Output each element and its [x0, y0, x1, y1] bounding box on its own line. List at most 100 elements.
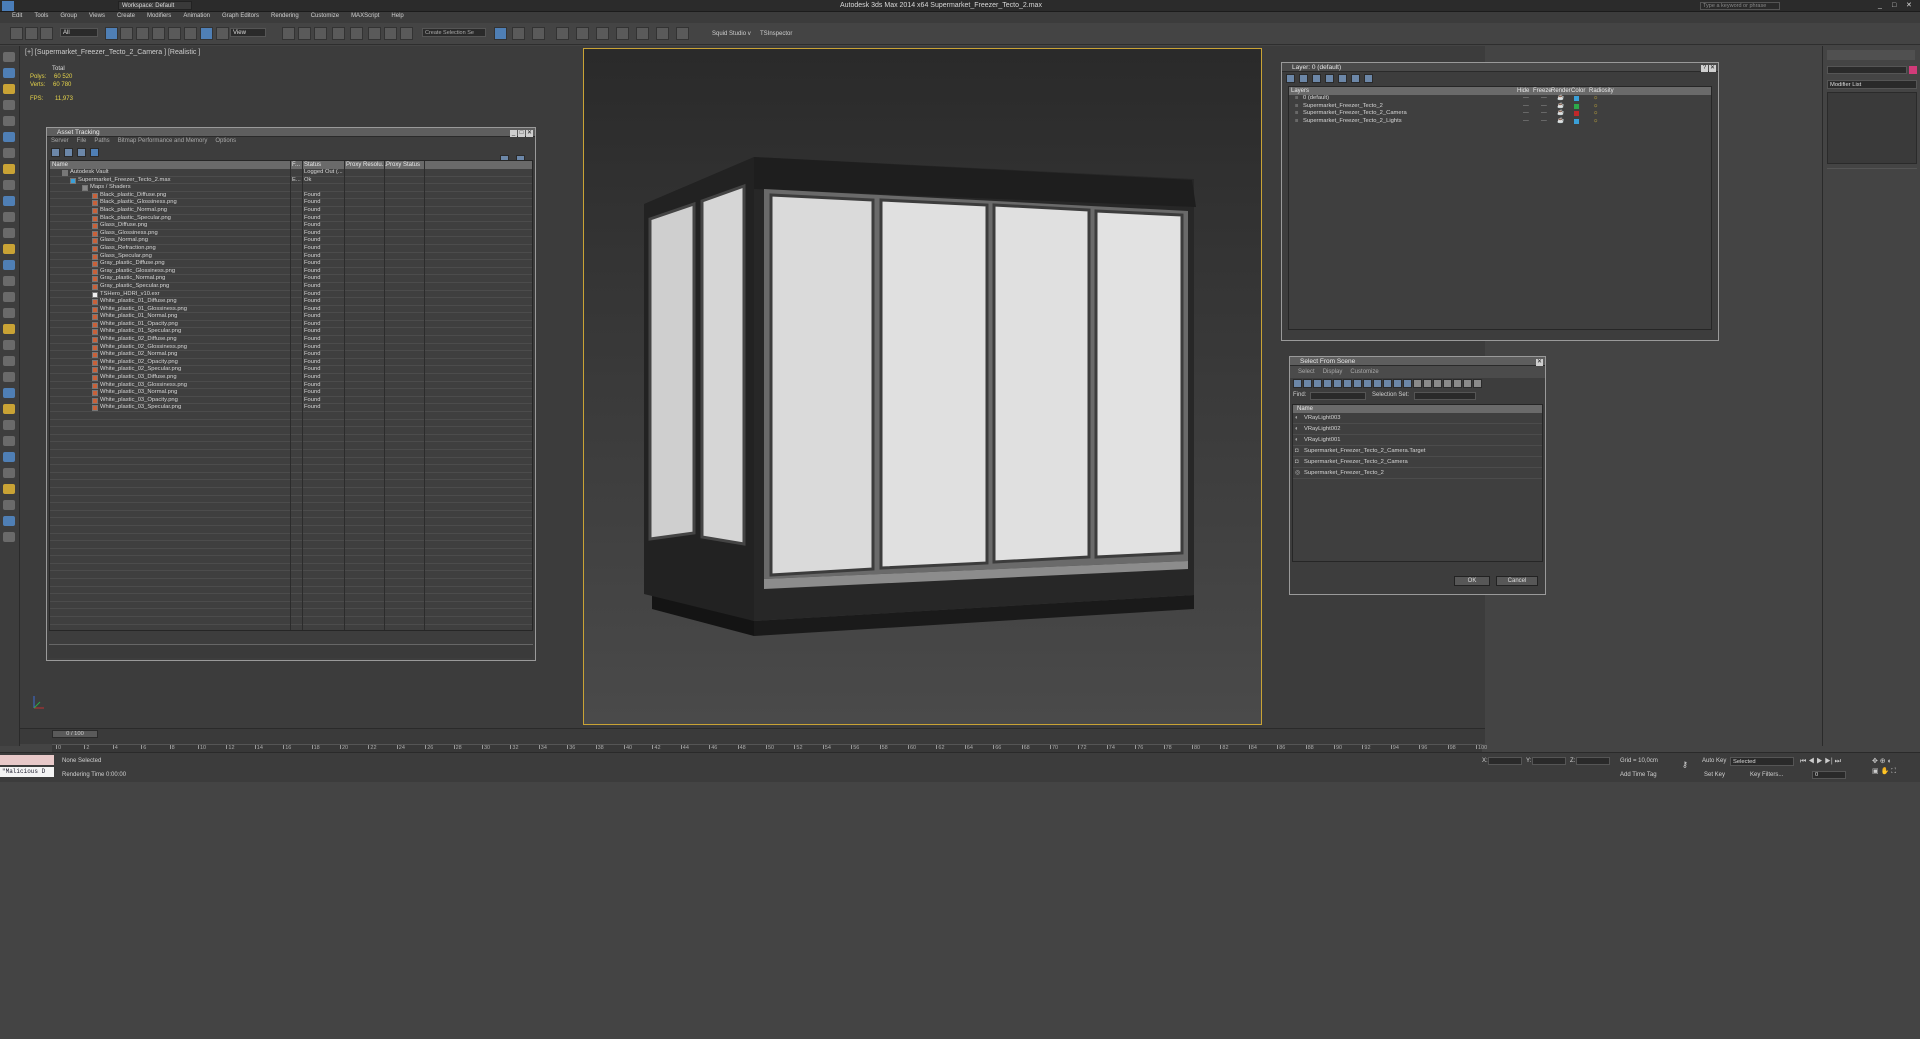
- object-color-swatch[interactable]: [1909, 66, 1917, 74]
- time-slider-thumb[interactable]: 0 / 100: [52, 730, 98, 738]
- asset-row[interactable]: Black_plastic_Normal.png Found: [50, 207, 532, 215]
- menu-graph-editors[interactable]: Graph Editors: [222, 13, 259, 19]
- reference-coordinate-dropdown[interactable]: View: [230, 28, 266, 37]
- asset-tracking-title[interactable]: Asset Tracking: [47, 128, 535, 137]
- shapes-filter-icon[interactable]: [1303, 379, 1312, 388]
- asset-row[interactable]: Glass_Specular.png Found: [50, 253, 532, 261]
- asset-row[interactable]: Gray_plastic_Glossiness.png Found: [50, 268, 532, 276]
- curve-editor-icon[interactable]: [532, 27, 545, 40]
- tsinspector-label[interactable]: TSInspector: [760, 31, 792, 37]
- asset-column-0[interactable]: Name: [52, 161, 68, 169]
- layer-row[interactable]: ≡ Supermarket_Freezer_Tecto_2_Lights — — ☕ ☼: [1289, 118, 1711, 126]
- asset-column-1[interactable]: F...: [292, 161, 300, 169]
- add-time-tag[interactable]: Add Time Tag: [1620, 772, 1657, 778]
- create-icon[interactable]: [3, 52, 15, 62]
- asset-column-2[interactable]: Status: [304, 161, 321, 169]
- time-slider[interactable]: 0 / 100: [20, 728, 1485, 744]
- layer-manager-icon[interactable]: [494, 27, 507, 40]
- asset-menu-bitmap-performance-and-memory[interactable]: Bitmap Performance and Memory: [118, 138, 208, 144]
- radiosity-icon[interactable]: ☼: [1593, 118, 1598, 125]
- asset-row[interactable]: White_plastic_03_Diffuse.png Found: [50, 374, 532, 382]
- asset-row[interactable]: White_plastic_01_Opacity.png Found: [50, 321, 532, 329]
- render-teapot-icon[interactable]: ☕: [1557, 103, 1564, 110]
- close-icon[interactable]: ✕: [1536, 359, 1543, 366]
- refresh-icon[interactable]: [51, 148, 60, 157]
- bone-icon[interactable]: [3, 516, 15, 526]
- asset-row[interactable]: White_plastic_01_Normal.png Found: [50, 313, 532, 321]
- asset-row[interactable]: Gray_plastic_Specular.png Found: [50, 283, 532, 291]
- menu-views[interactable]: Views: [89, 13, 105, 19]
- close-icon[interactable]: ✕: [1906, 2, 1915, 10]
- display-icon[interactable]: [3, 116, 15, 126]
- edit-named-sets-icon[interactable]: [368, 27, 381, 40]
- layer-column-radiosity[interactable]: Radiosity: [1589, 87, 1614, 95]
- xrefs-filter-icon[interactable]: [1363, 379, 1372, 388]
- scene-object-row[interactable]: ◘ Supermarket_Freezer_Tecto_2_Camera: [1293, 457, 1542, 468]
- selection-filter-dropdown[interactable]: All: [60, 28, 98, 37]
- utilities-icon[interactable]: [3, 132, 15, 142]
- redo-icon[interactable]: [25, 27, 38, 40]
- link-icon[interactable]: [40, 27, 53, 40]
- hidden-filter-icon[interactable]: [1403, 379, 1412, 388]
- menu-modifiers[interactable]: Modifiers: [147, 13, 171, 19]
- freeze-toggle[interactable]: —: [1541, 95, 1547, 102]
- layer-color-swatch[interactable]: [1574, 96, 1579, 101]
- asset-row[interactable]: White_plastic_02_Specular.png Found: [50, 366, 532, 375]
- asset-row[interactable]: TSHero_HDRI_v10.exr Found: [50, 291, 532, 299]
- menu-help[interactable]: Help: [391, 13, 403, 19]
- helpers-filter-icon[interactable]: [1333, 379, 1342, 388]
- camera-viewport[interactable]: [583, 48, 1262, 725]
- select-move-icon[interactable]: [168, 27, 181, 40]
- select-in-layer-icon[interactable]: [1325, 74, 1334, 83]
- plane-icon[interactable]: [3, 404, 15, 414]
- cancel-button[interactable]: Cancel: [1496, 576, 1538, 586]
- squid-studio-label[interactable]: Squid Studio v: [712, 31, 751, 37]
- modify-icon[interactable]: [3, 68, 15, 78]
- asset-table[interactable]: Name F... Status Proxy Resolu... Proxy Statu…: [49, 160, 533, 631]
- pivot-icon[interactable]: [282, 27, 295, 40]
- asset-tracking-window[interactable]: Asset Tracking _ □ ✕ Server File Paths Bitmap…: [46, 127, 536, 661]
- layer-color-swatch[interactable]: [1574, 103, 1579, 109]
- select-rotate-icon[interactable]: [184, 27, 197, 40]
- create-layer-icon[interactable]: [1286, 74, 1295, 83]
- set-key-button[interactable]: Set Key: [1704, 772, 1725, 778]
- close-icon[interactable]: ✕: [1709, 65, 1716, 72]
- columns-filter-icon[interactable]: [1473, 379, 1482, 388]
- motion-icon[interactable]: [3, 100, 15, 110]
- asset-row[interactable]: White_plastic_03_Normal.png Found: [50, 389, 532, 397]
- snaps-icon[interactable]: [298, 27, 311, 40]
- auto-key-button[interactable]: Auto Key: [1702, 758, 1726, 764]
- help-icon[interactable]: ?: [1701, 65, 1708, 72]
- workspace-dropdown[interactable]: Workspace: Default: [118, 1, 192, 10]
- bones-filter-icon[interactable]: [1373, 379, 1382, 388]
- undo-icon[interactable]: [10, 27, 23, 40]
- delete-layer-icon[interactable]: [1299, 74, 1308, 83]
- shapes-icon[interactable]: [3, 164, 15, 174]
- layer-column-color[interactable]: Color: [1571, 87, 1585, 95]
- radiosity-icon[interactable]: ☼: [1593, 95, 1598, 102]
- render-icon[interactable]: [636, 27, 649, 40]
- layer-column-render[interactable]: Render: [1551, 87, 1571, 95]
- teapot-icon[interactable]: [3, 324, 15, 334]
- x-coordinate-field[interactable]: [1488, 757, 1522, 765]
- menu-edit[interactable]: Edit: [12, 13, 22, 19]
- layer-manager-window[interactable]: Layer: 0 (default) ? ✕ Layers Hide Freeze Re…: [1281, 62, 1719, 341]
- dummy-icon[interactable]: [3, 500, 15, 510]
- select-place-icon[interactable]: [216, 27, 229, 40]
- render-teapot-icon[interactable]: ☕: [1557, 95, 1564, 102]
- scene-object-row[interactable]: ◘ Supermarket_Freezer_Tecto_2_Camera.Targ…: [1293, 446, 1542, 457]
- material-editor-icon[interactable]: [576, 27, 589, 40]
- hide-toggle[interactable]: —: [1523, 95, 1529, 102]
- asset-column-4[interactable]: Proxy Status: [386, 161, 420, 169]
- asset-row[interactable]: Glass_Refraction.png Found: [50, 245, 532, 253]
- layer-color-swatch[interactable]: [1574, 118, 1579, 124]
- hide-toggle[interactable]: —: [1523, 118, 1529, 125]
- app-logo-icon[interactable]: [2, 1, 14, 11]
- key-icon[interactable]: ⚷: [1682, 761, 1694, 769]
- render-setup-icon[interactable]: [596, 27, 609, 40]
- asset-row[interactable]: White_plastic_02_Normal.png Found: [50, 351, 532, 359]
- named-selection-set-dropdown[interactable]: Create Selection Se: [422, 28, 486, 37]
- radiosity-icon[interactable]: ☼: [1593, 110, 1598, 117]
- rendered-frame-icon[interactable]: [616, 27, 629, 40]
- menu-group[interactable]: Group: [60, 13, 77, 19]
